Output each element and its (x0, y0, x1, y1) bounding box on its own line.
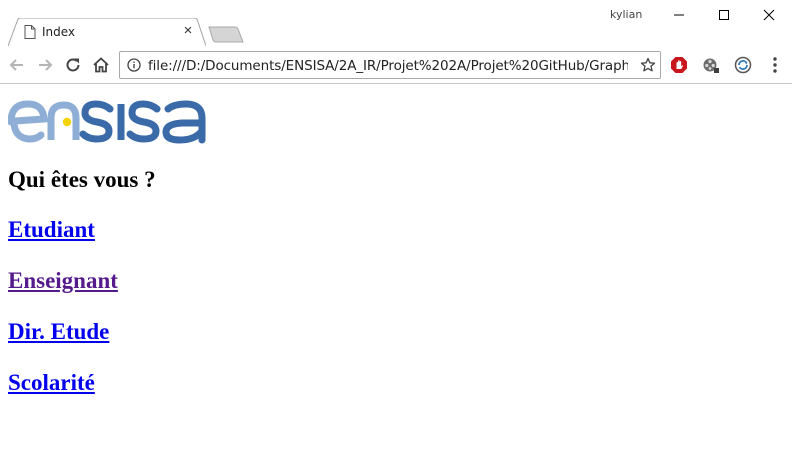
dir-etude-link[interactable]: Dir. Etude (8, 319, 109, 345)
browser-tab[interactable]: Index × (8, 18, 206, 46)
minimize-icon (674, 14, 684, 16)
address-bar[interactable]: file:///D:/Documents/ENSISA/2A_IR/Projet… (119, 51, 661, 79)
tab-close-icon[interactable]: × (180, 23, 196, 39)
browser-title-bar: Index × kylian (0, 0, 792, 46)
sync-extension-icon (734, 56, 752, 74)
tab-title: Index (42, 25, 76, 39)
film-extension-icon (703, 58, 719, 73)
document-icon (24, 25, 36, 39)
star-icon[interactable] (640, 57, 656, 73)
info-icon[interactable] (127, 58, 141, 72)
forward-arrow-icon (39, 59, 53, 71)
stop-extension-icon (671, 57, 687, 73)
etudiant-link[interactable]: Etudiant (8, 217, 95, 243)
home-button[interactable] (91, 55, 111, 75)
scolarite-link[interactable]: Scolarité (8, 370, 95, 396)
browser-toolbar: file:///D:/Documents/ENSISA/2A_IR/Projet… (0, 46, 792, 84)
back-button[interactable] (7, 55, 27, 75)
home-icon (93, 57, 109, 73)
close-window-button[interactable] (746, 0, 792, 30)
tab-shape (8, 18, 206, 46)
close-icon (763, 9, 775, 21)
sync-extension-button[interactable] (734, 56, 752, 74)
maximize-icon (719, 10, 729, 20)
film-extension-button[interactable] (702, 56, 720, 74)
new-tab-button[interactable] (208, 26, 244, 43)
ensisa-logo (8, 100, 206, 144)
url-text[interactable]: file:///D:/Documents/ENSISA/2A_IR/Projet… (148, 57, 628, 75)
page-content: Qui êtes vous ? Etudiant Enseignant Dir.… (0, 84, 792, 456)
reload-icon (66, 58, 80, 72)
enseignant-link[interactable]: Enseignant (8, 268, 118, 294)
reload-button[interactable] (63, 55, 83, 75)
back-arrow-icon (9, 59, 23, 71)
forward-button[interactable] (35, 55, 55, 75)
maximize-button[interactable] (701, 0, 747, 30)
minimize-button[interactable] (656, 0, 702, 30)
menu-dots-icon[interactable] (768, 56, 782, 74)
profile-name[interactable]: kylian (610, 8, 642, 21)
page-heading: Qui êtes vous ? (8, 167, 156, 192)
stop-extension-button[interactable] (670, 56, 688, 74)
